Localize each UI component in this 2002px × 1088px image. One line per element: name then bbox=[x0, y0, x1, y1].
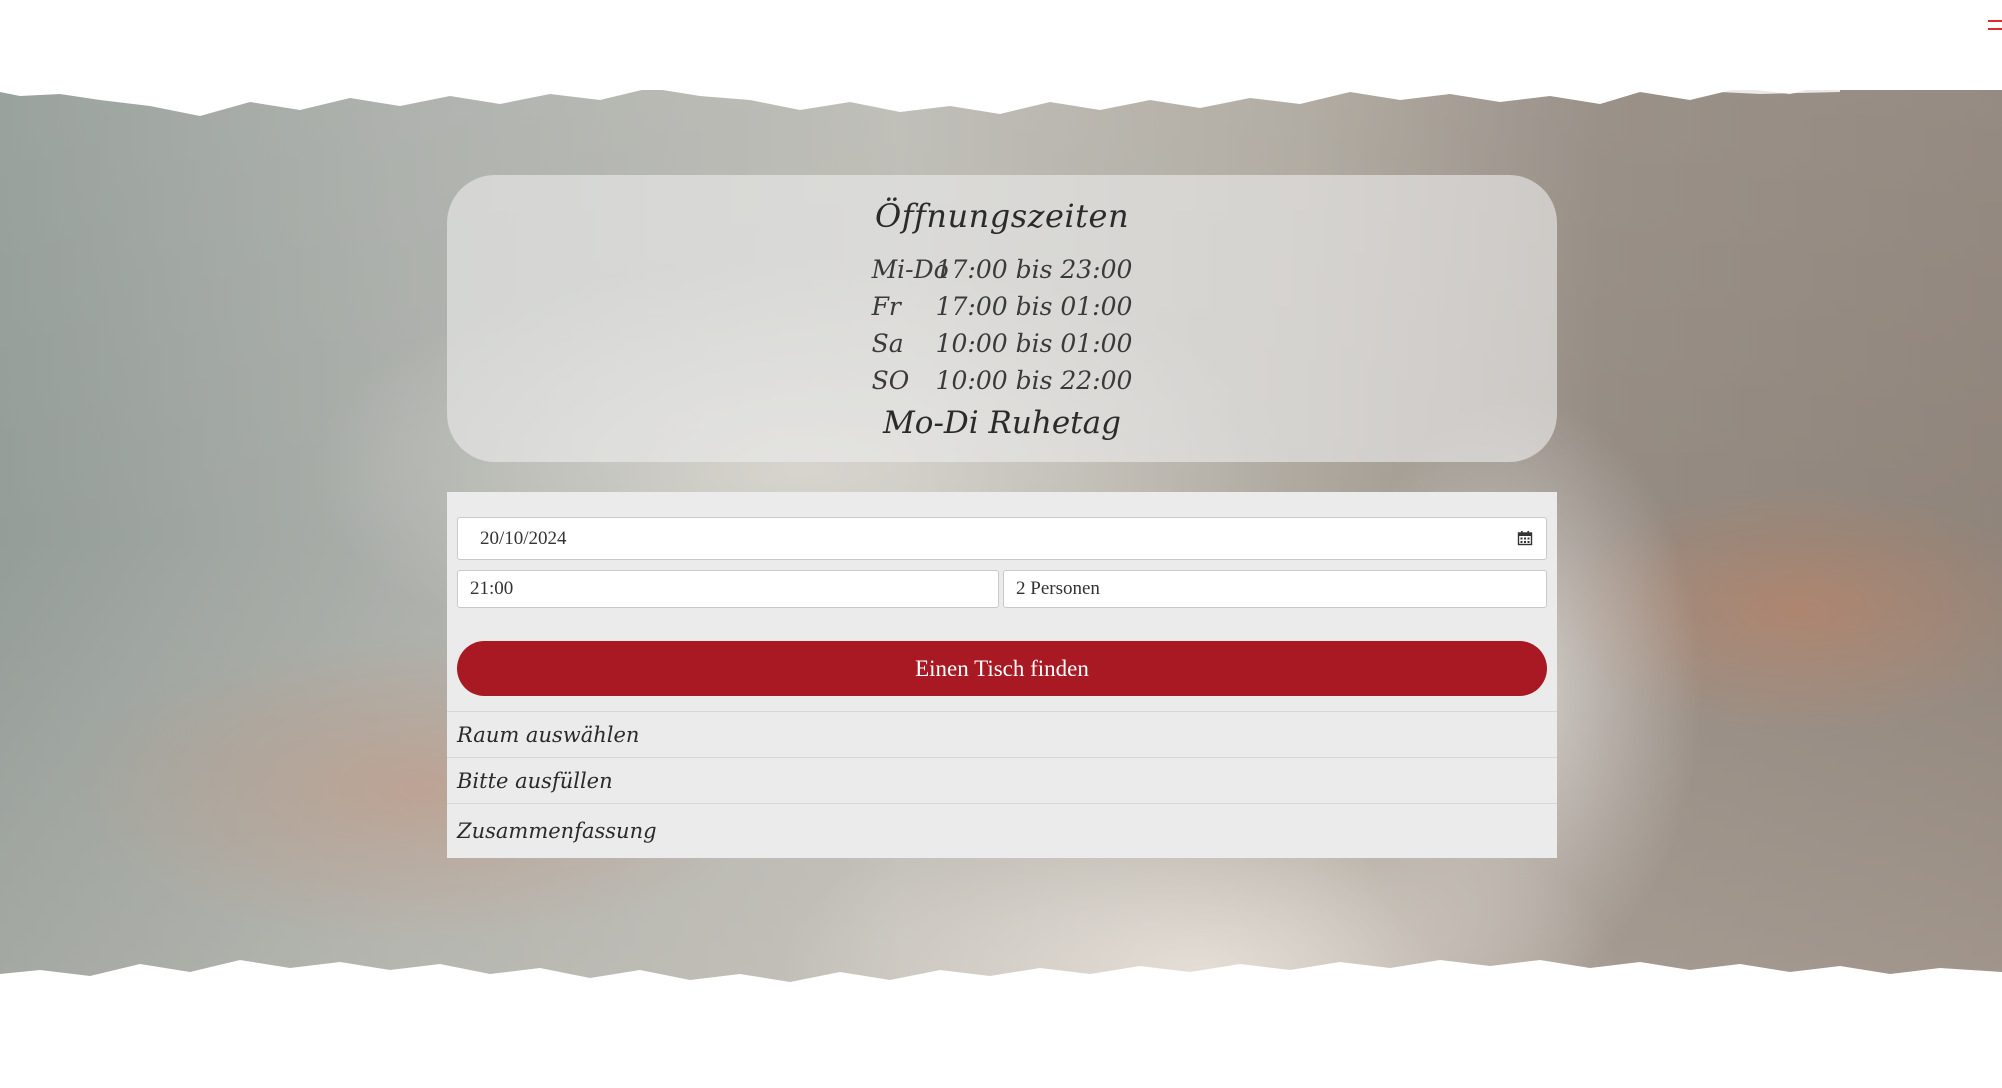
menu-line bbox=[1988, 28, 2002, 30]
step-fill-in-details[interactable]: Bitte ausfüllen bbox=[447, 757, 1557, 803]
opening-hours-title: Öffnungszeiten bbox=[874, 197, 1130, 235]
hours-day: Fr bbox=[871, 292, 901, 321]
menu-line bbox=[1988, 20, 2002, 22]
hours-time: 17:00 bis 23:00 bbox=[935, 255, 1133, 284]
torn-paper-top-edge bbox=[0, 30, 2002, 116]
time-value: 21:00 bbox=[470, 578, 514, 599]
hours-day: SO bbox=[871, 366, 910, 395]
step-summary[interactable]: Zusammenfassung bbox=[447, 803, 1557, 858]
hours-day: Mi-Do bbox=[871, 255, 949, 284]
hours-row: SO 10:00 bis 22:00 bbox=[872, 362, 1133, 399]
hours-time: 10:00 bis 22:00 bbox=[935, 366, 1133, 395]
opening-hours-card: Öffnungszeiten Mi-Do17:00 bis 23:00 Fr 17… bbox=[447, 175, 1557, 462]
step-select-room[interactable]: Raum auswählen bbox=[447, 711, 1557, 757]
opening-hours-list: Mi-Do17:00 bis 23:00 Fr 17:00 bis 01:00 S… bbox=[872, 251, 1133, 399]
hours-row: Mi-Do17:00 bis 23:00 bbox=[872, 251, 1133, 288]
hours-row: Sa 10:00 bis 01:00 bbox=[872, 325, 1133, 362]
table-booking-form: 20/10/2024 21:00 2 Personen Einen Tisch … bbox=[447, 492, 1557, 858]
find-table-button[interactable]: Einen Tisch finden bbox=[457, 641, 1547, 696]
date-value: 20/10/2024 bbox=[480, 527, 567, 549]
calendar-icon[interactable] bbox=[1517, 530, 1533, 546]
hours-row: Fr 17:00 bis 01:00 bbox=[872, 288, 1133, 325]
hamburger-menu-icon[interactable] bbox=[1988, 16, 2002, 46]
persons-select[interactable]: 2 Personen bbox=[1003, 570, 1547, 608]
torn-paper-bottom-edge bbox=[0, 960, 2002, 1040]
hours-time: 10:00 bis 01:00 bbox=[935, 329, 1133, 358]
persons-value: 2 Personen bbox=[1016, 578, 1100, 599]
page: Öffnungszeiten Mi-Do17:00 bis 23:00 Fr 17… bbox=[0, 0, 2002, 1088]
time-select[interactable]: 21:00 bbox=[457, 570, 999, 608]
date-picker-field[interactable]: 20/10/2024 bbox=[457, 517, 1547, 560]
hours-time: 17:00 bis 01:00 bbox=[935, 292, 1133, 321]
hours-day: Sa bbox=[871, 329, 904, 358]
closed-days-note: Mo-Di Ruhetag bbox=[883, 405, 1121, 441]
